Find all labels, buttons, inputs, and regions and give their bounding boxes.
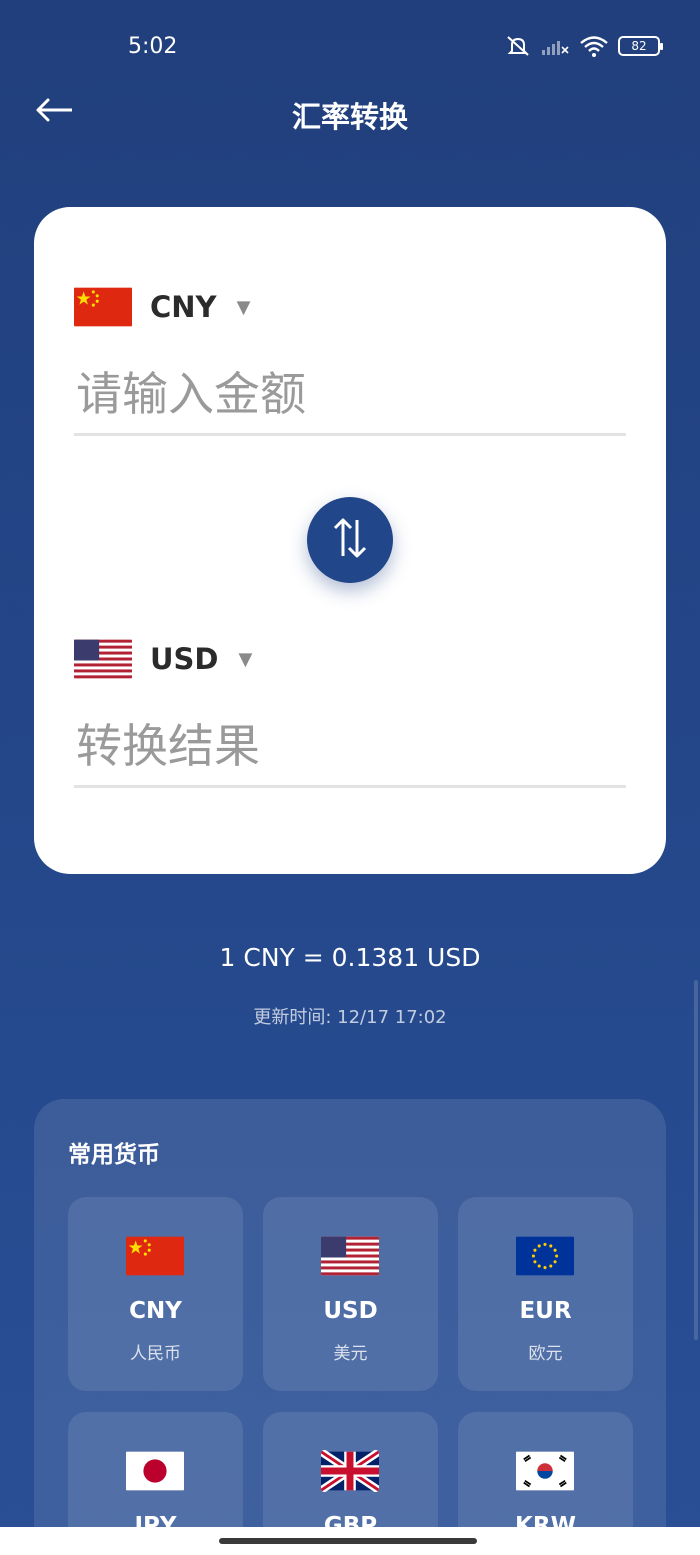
system-nav-bar bbox=[0, 1527, 700, 1555]
status-bar: 5:02 82 bbox=[0, 0, 700, 90]
gb-flag-icon bbox=[321, 1450, 379, 1492]
signal-icon bbox=[540, 35, 570, 57]
common-currencies-panel: 常用货币 CNY 人民币 USD 美元 EUR 欧元 JPY 日元 GBP 英镑 bbox=[34, 1099, 666, 1555]
us-flag-icon bbox=[74, 638, 132, 680]
exchange-rate-text: 1 CNY = 0.1381 USD bbox=[219, 943, 481, 972]
currency-tile-cny[interactable]: CNY 人民币 bbox=[68, 1197, 243, 1391]
from-currency-code: CNY bbox=[150, 290, 217, 324]
kr-flag-icon bbox=[516, 1450, 574, 1492]
app-header: 汇率转换 bbox=[0, 80, 700, 144]
battery-icon: 82 bbox=[618, 36, 663, 56]
currency-tile-usd[interactable]: USD 美元 bbox=[263, 1197, 438, 1391]
update-time-text: 更新时间: 12/17 17:02 bbox=[253, 1007, 447, 1028]
status-time: 5:02 bbox=[128, 34, 178, 59]
caret-down-icon: ▼ bbox=[236, 296, 251, 318]
home-indicator[interactable] bbox=[219, 1538, 477, 1544]
currency-name: 人民币 bbox=[130, 1344, 181, 1364]
currency-tile-eur[interactable]: EUR 欧元 bbox=[458, 1197, 633, 1391]
to-currency-code: USD bbox=[150, 642, 219, 676]
wifi-icon bbox=[578, 34, 610, 58]
eu-flag-icon bbox=[516, 1235, 574, 1277]
common-currencies-title: 常用货币 bbox=[68, 1142, 160, 1168]
to-currency-select[interactable]: USD ▼ bbox=[74, 638, 252, 680]
swap-button[interactable] bbox=[307, 497, 393, 583]
amount-input[interactable] bbox=[74, 367, 626, 436]
currency-code: EUR bbox=[519, 1298, 572, 1324]
currency-code: USD bbox=[323, 1298, 378, 1324]
mute-icon bbox=[504, 34, 532, 58]
converter-card: CNY ▼ USD ▼ bbox=[34, 207, 666, 874]
page-title: 汇率转换 bbox=[291, 100, 408, 134]
cn-flag-icon bbox=[126, 1235, 184, 1277]
swap-arrows-icon bbox=[330, 516, 370, 564]
caret-down-icon: ▼ bbox=[238, 648, 253, 670]
status-icons: 82 bbox=[504, 34, 663, 58]
result-field[interactable] bbox=[74, 719, 626, 788]
currency-name: 欧元 bbox=[528, 1344, 563, 1364]
us-flag-icon bbox=[321, 1235, 379, 1277]
from-currency-select[interactable]: CNY ▼ bbox=[74, 286, 250, 328]
scrollbar[interactable] bbox=[694, 980, 698, 1340]
jp-flag-icon bbox=[126, 1450, 184, 1492]
currency-name: 美元 bbox=[333, 1344, 368, 1364]
currency-code: CNY bbox=[129, 1298, 182, 1324]
cn-flag-icon bbox=[74, 286, 132, 328]
